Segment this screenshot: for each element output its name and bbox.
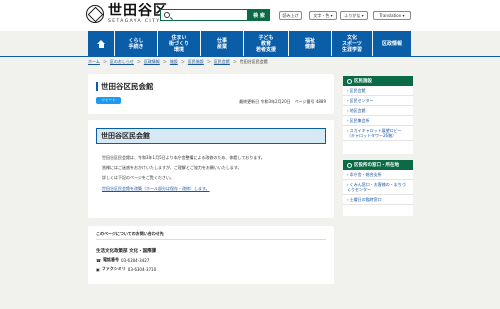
site-header: 世田谷区 SETAGAYA CITY 検 索 読み上げ 文字・色 ▾ ふりがな …	[0, 0, 500, 31]
contact-heading: このページについてのお問い合わせ先	[96, 231, 164, 236]
section-heading: 世田谷区民会館	[96, 128, 326, 144]
nav-living[interactable]: くらし 手続き	[115, 31, 157, 56]
content-card: 世田谷区民会館 世田谷区民会館は、令和3年1月5日より本庁舎整備による改修のため…	[88, 120, 334, 218]
sidebar-offices: 区役所の窓口・所在地 ›本庁舎・総合支所 ›くみん窓口・お客様の・まちづくりセン…	[343, 160, 413, 216]
breadcrumb-facilities[interactable]: 施設	[170, 59, 178, 65]
nav-housing[interactable]: 住まい 街づくり 環境	[158, 31, 200, 56]
contact-phone: ☎ 電話番号 03-6304-3427	[96, 257, 150, 263]
breadcrumb-administration[interactable]: 区政情報	[144, 59, 160, 65]
logo-japanese: 世田谷区	[108, 3, 168, 19]
divider	[96, 239, 326, 240]
text-color-button[interactable]: 文字・色 ▾	[309, 11, 337, 20]
logo-english: SETAGAYA CITY	[108, 19, 161, 24]
sidebar-item-district-hall[interactable]: ›地区会館	[343, 106, 413, 116]
tweet-button[interactable]: ツイート	[96, 97, 121, 104]
body-paragraph-2: 皆様にはご迷惑をおかけいたしますが、ご理解とご協力をお願いいたします。	[102, 165, 242, 170]
breadcrumb: ホーム＞ 区のおしらせ＞ 区政情報＞ 施設＞ 区民施設＞ 区民会館＞ 世田谷区民…	[88, 59, 268, 65]
home-icon	[96, 39, 106, 48]
breadcrumb-notices[interactable]: 区のおしらせ	[110, 59, 134, 65]
contact-card: このページについてのお問い合わせ先 生活文化政策部 文化・国際課 ☎ 電話番号 …	[88, 226, 334, 284]
translation-button[interactable]: Translation ▾	[373, 11, 411, 20]
sidebar-item-service-window[interactable]: ›くみん窓口・お客様の・まちづくりセンター	[343, 180, 413, 195]
body-paragraph-3: 詳しくは下記のページをご覧ください。	[102, 175, 174, 180]
renovation-link[interactable]: 世田谷区民会館を改築（ホール部分は保存・改修）します。	[102, 186, 210, 192]
site-search: 検 索	[160, 9, 270, 21]
breadcrumb-civic-halls[interactable]: 区民会館	[214, 59, 230, 65]
read-aloud-button[interactable]: 読み上げ	[279, 11, 302, 20]
sidebar-item-saturday-window[interactable]: ›土曜日の臨時窓口	[343, 195, 413, 205]
nav-culture[interactable]: 文化 スポーツ 生涯学習	[332, 31, 372, 56]
search-button[interactable]: 検 索	[248, 9, 270, 21]
sidebar-item-main-office[interactable]: ›本庁舎・総合支所	[343, 170, 413, 180]
fax-icon: ▣	[96, 266, 100, 272]
sidebar-heading-facilities: 区民施設	[343, 76, 413, 86]
nav-children[interactable]: 子ども 教育 若者支援	[244, 31, 288, 56]
sidebar-item-meeting-place[interactable]: ›区民集会所	[343, 116, 413, 126]
breadcrumb-home[interactable]: ホーム	[88, 59, 100, 65]
body-paragraph-1: 世田谷区民会館は、令和3年1月5日より本庁舎整備による改修のため、休館しておりま…	[102, 155, 265, 160]
nav-business[interactable]: 仕事 産業	[201, 31, 243, 56]
sidebar-civic-facilities: 区民施設 ›区民会館 ›区民センター ›地区会館 ›区民集会所 ›スカイキャロッ…	[343, 76, 413, 154]
contact-fax: ▣ ファクシミリ 03-6304-3710	[96, 266, 157, 272]
breadcrumb-current: 世田谷区民会館	[239, 59, 268, 64]
furigana-button[interactable]: ふりがな ▾	[340, 11, 368, 20]
sidebar-item-civic-center[interactable]: ›区民センター	[343, 96, 413, 106]
search-input[interactable]	[160, 9, 248, 21]
nav-home[interactable]	[88, 31, 114, 56]
circle-icon	[347, 162, 352, 168]
sidebar-item-sky-carrot[interactable]: ›スカイキャロット展望ロビー（キャロットタワー26階）	[343, 126, 413, 141]
sidebar-heading-offices: 区役所の窓口・所在地	[343, 160, 413, 170]
sidebar-item-civic-hall[interactable]: ›区民会館	[343, 86, 413, 96]
page-title: 世田谷区民会館	[96, 82, 154, 91]
title-card: 世田谷区民会館 ツイート 最終更新日 令和3年2月20日 ページ番号 4889	[88, 74, 334, 114]
contact-department: 生活文化政策部 文化・国際課	[96, 249, 157, 254]
city-logo[interactable]: 世田谷区 SETAGAYA CITY	[86, 4, 168, 25]
update-info: 最終更新日 令和3年2月20日 ページ番号 4889	[239, 99, 326, 104]
city-emblem-icon	[86, 5, 104, 23]
nav-welfare[interactable]: 福祉 健康	[289, 31, 331, 56]
phone-icon: ☎	[96, 257, 101, 263]
search-icon	[164, 12, 170, 18]
global-nav: くらし 手続き 住まい 街づくり 環境 仕事 産業 子ども 教育 若者支援 福祉 健康 文化ス…	[88, 31, 412, 56]
nav-underline	[0, 56, 500, 57]
circle-icon	[347, 78, 352, 84]
breadcrumb-civic-facilities[interactable]: 区民施設	[188, 59, 204, 65]
nav-administration[interactable]: 区政情報	[373, 31, 411, 56]
